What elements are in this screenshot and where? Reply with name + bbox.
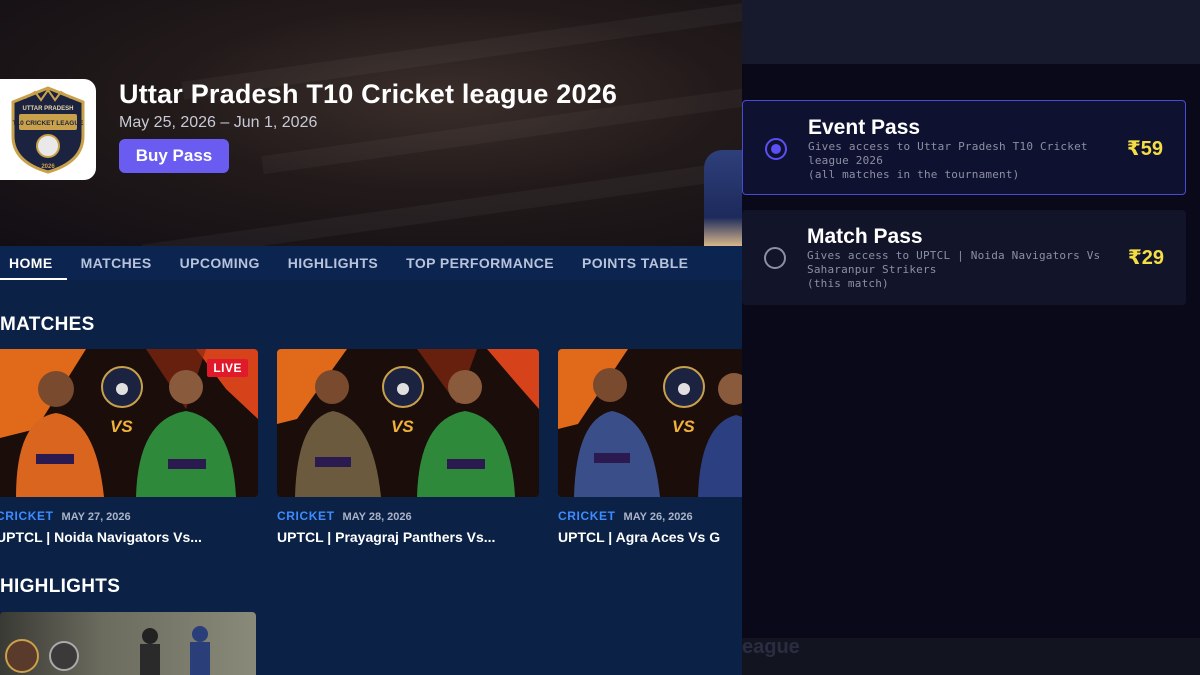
match-pass-price: ₹29 [1127,247,1164,269]
tab-points-table[interactable]: POINTS TABLE [568,246,702,280]
match-date: MAY 26, 2026 [623,511,693,523]
match-thumbnail[interactable]: VS [558,349,742,497]
tab-top-performance[interactable]: TOP PERFORMANCE [392,246,568,280]
match-category: CRICKET [558,509,616,523]
league-logo: UTTAR PRADESH T10 CRICKET LEAGUE 2026 [0,79,96,180]
svg-text:T10 CRICKET LEAGUE: T10 CRICKET LEAGUE [13,120,84,127]
vs-label: VS [672,417,695,436]
tab-highlights[interactable]: HIGHLIGHTS [274,246,392,280]
vs-label: VS [110,417,133,436]
desc-line: Gives access to UPTCL | Noida Navigators… [807,249,1101,262]
event-tab-bar: HOME MATCHES UPCOMING HIGHLIGHTS TOP PER… [0,246,742,280]
event-hero-banner: UTTAR PRADESH T10 CRICKET LEAGUE 2026 Ut… [0,0,742,246]
highlights-section-heading: HIGHLIGHTS [0,576,121,597]
tab-home[interactable]: HOME [0,246,67,280]
player-image-edge [704,150,742,246]
match-date: MAY 28, 2026 [342,511,412,523]
matches-section-heading: MATCHES [0,314,95,335]
event-pass-description: Gives access to Uttar Pradesh T10 Cricke… [808,140,1118,182]
svg-text:2026: 2026 [41,164,55,170]
match-date: MAY 27, 2026 [61,511,131,523]
highlight-thumbnail-art [5,626,210,675]
match-thumbnail-art [558,349,742,497]
event-pass-name: Event Pass [808,116,921,139]
match-title[interactable]: UPTCL | Noida Navigators Vs... [0,529,258,545]
match-thumbnail[interactable]: VS [277,349,539,497]
match-pass-radio[interactable] [764,247,786,269]
match-pass-name: Match Pass [807,225,923,248]
match-card[interactable]: VS CRICKET MAY 28, 2026 UPTCL | Prayagra… [277,349,539,545]
tab-matches[interactable]: MATCHES [67,246,166,280]
highlight-thumbnail[interactable] [0,612,256,675]
tab-upcoming[interactable]: UPCOMING [166,246,274,280]
event-pass-radio[interactable] [765,138,787,160]
match-title[interactable]: UPTCL | Agra Aces Vs G [558,529,742,545]
desc-line: Saharanpur Strikers [807,263,937,276]
svg-text:UTTAR PRADESH: UTTAR PRADESH [23,106,74,112]
event-dates: May 25, 2026 – Jun 1, 2026 [119,114,318,131]
panel-footer-band [742,638,1200,675]
event-page: UTTAR PRADESH T10 CRICKET LEAGUE 2026 Ut… [0,0,742,675]
desc-line: Gives access to Uttar Pradesh T10 Cricke… [808,140,1088,153]
vs-label: VS [391,417,414,436]
ghost-background-text: eague [742,636,800,658]
match-thumbnail[interactable]: VS LIVE [0,349,258,497]
event-pass-price: ₹59 [1126,138,1163,160]
league-logo-icon: UTTAR PRADESH T10 CRICKET LEAGUE 2026 [11,85,85,174]
panel-header-band [742,0,1200,64]
buy-pass-button[interactable]: Buy Pass [119,139,229,173]
desc-line: (all matches in the tournament) [808,168,1020,181]
match-title[interactable]: UPTCL | Prayagraj Panthers Vs... [277,529,539,545]
match-pass-option[interactable]: Match Pass Gives access to UPTCL | Noida… [742,210,1186,305]
match-category: CRICKET [0,509,54,523]
match-category: CRICKET [277,509,335,523]
event-title: Uttar Pradesh T10 Cricket league 2026 [119,79,618,109]
event-pass-option[interactable]: Event Pass Gives access to Uttar Pradesh… [742,100,1186,195]
match-card[interactable]: VS CRICKET MAY 26, 2026 UPTCL | Agra Ace… [558,349,742,545]
desc-line: league 2026 [808,154,884,167]
match-pass-description: Gives access to UPTCL | Noida Navigators… [807,249,1117,291]
live-badge: LIVE [207,359,248,377]
desc-line: (this match) [807,277,889,290]
pass-selection-panel: Event Pass Gives access to Uttar Pradesh… [742,0,1200,675]
match-card[interactable]: VS LIVE CRICKET MAY 27, 2026 UPTCL | Noi… [0,349,258,545]
